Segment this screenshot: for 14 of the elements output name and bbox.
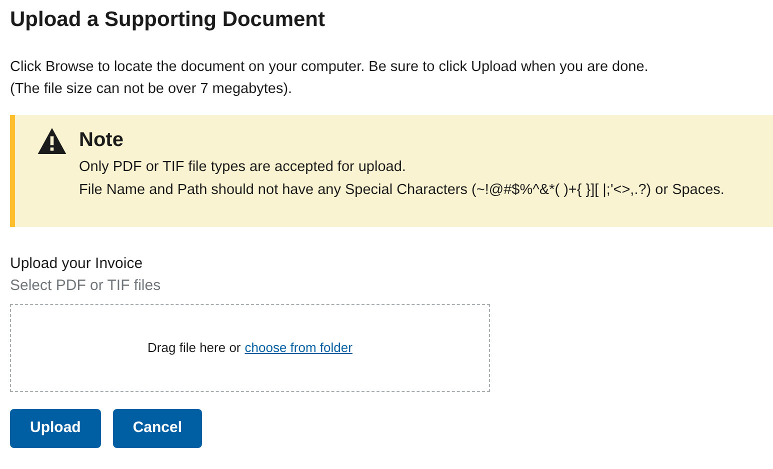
warning-icon: [37, 128, 67, 154]
intro-text: (The file size can not be over 7 megabytes).: [10, 80, 294, 99]
drop-text: Drag file here or: [148, 339, 241, 358]
file-drop-zone[interactable]: Drag file here or choose from folder: [10, 304, 490, 392]
page-title: Upload a Supporting Document: [10, 7, 326, 33]
note-text: Only PDF or TIF file types are accepted for upload.: [79, 158, 407, 177]
note-title: Note: [79, 128, 124, 153]
upload-button[interactable]: Upload: [10, 409, 101, 448]
intro-text: Click Browse to locate the document on your computer. Be sure to click Upload when you are done.: [10, 58, 650, 77]
field-hint: Select PDF or TIF files: [10, 276, 162, 296]
note-text: File Name and Path should not have any Special Characters (~!@#$%^&*( )+{ }][ |;'<>,.?) or Spaces.: [79, 181, 724, 200]
field-label: Upload your Invoice: [10, 254, 144, 274]
cancel-button[interactable]: Cancel: [112, 409, 202, 448]
choose-folder-link[interactable]: choose from folder: [244, 338, 352, 358]
